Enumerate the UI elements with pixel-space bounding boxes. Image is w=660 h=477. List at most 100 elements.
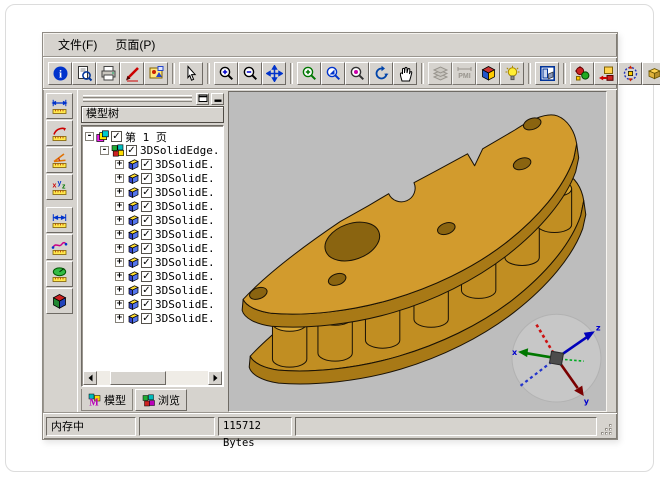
tree-expand-toggle[interactable]: + (115, 244, 124, 253)
measure-curve-button[interactable] (46, 234, 73, 260)
menu-bar: 文件(F) 页面(P) (43, 33, 617, 56)
tree-item-checkbox[interactable]: ✓ (141, 201, 152, 212)
export-image-button[interactable] (144, 62, 168, 85)
tree-item[interactable]: +✓3DSolidE. (82, 213, 223, 227)
parts-list-button[interactable] (642, 62, 660, 85)
tree-item[interactable]: +✓3DSolidE. (82, 185, 223, 199)
panel-hide-button[interactable] (211, 93, 224, 105)
tree-expand-toggle[interactable]: + (115, 272, 124, 281)
select-button[interactable] (179, 62, 203, 85)
tree-item[interactable]: + ✓3DSolidE. (82, 227, 223, 241)
pmi-button[interactable]: PMI (452, 62, 476, 85)
measure-angle-button[interactable] (46, 147, 73, 173)
tree-item[interactable]: +✓3DSolidE. (82, 311, 223, 325)
annotate-button[interactable] (120, 62, 144, 85)
viewport-canvas[interactable]: x z y (229, 92, 606, 411)
print-preview-button[interactable] (72, 62, 96, 85)
tree-item-checkbox[interactable]: ✓ (111, 131, 122, 142)
info-button[interactable]: i (48, 62, 72, 85)
layers-button[interactable] (428, 62, 452, 85)
pan-button[interactable] (262, 62, 286, 85)
scroll-right-button[interactable] (208, 371, 222, 385)
tree-item-checkbox[interactable]: ✓ (141, 257, 152, 268)
tree-expand-toggle[interactable]: + (115, 230, 124, 239)
tree-item-checkbox[interactable]: ✓ (141, 271, 152, 282)
tree-item[interactable]: + ✓3DSolidE. (82, 297, 223, 311)
tree-item[interactable]: -✓第 1 页 (82, 129, 223, 143)
orientation-gizmo[interactable]: x z y (512, 314, 601, 406)
measure-coordinate-button[interactable]: xyz (46, 174, 73, 200)
rotate-view-icon (373, 65, 390, 82)
tree-item-checkbox[interactable]: ✓ (141, 187, 152, 198)
status-field-2 (139, 417, 215, 436)
panel-float-button[interactable] (196, 93, 209, 105)
display-mode-button[interactable] (476, 62, 500, 85)
tree-item[interactable]: + ✓3DSolidE. (82, 241, 223, 255)
tree-expand-toggle[interactable]: + (115, 314, 124, 323)
measure-distance-button[interactable] (46, 207, 73, 233)
print-button[interactable] (96, 62, 120, 85)
tree-item-checkbox[interactable]: ✓ (141, 299, 152, 310)
measure-length-button[interactable] (46, 93, 73, 119)
tree-expand-toggle[interactable]: + (115, 300, 124, 309)
rotate-view-button[interactable] (369, 62, 393, 85)
scroll-left-button[interactable] (83, 371, 97, 385)
tree-item-checkbox[interactable]: ✓ (141, 173, 152, 184)
tree-expand-toggle[interactable]: + (115, 174, 124, 183)
menu-page[interactable]: 页面(P) (106, 34, 164, 55)
tree-expand-toggle[interactable]: + (115, 160, 124, 169)
annotate-pen-icon (124, 65, 141, 82)
rotate-part-button[interactable] (618, 62, 642, 85)
menu-file[interactable]: 文件(F) (49, 34, 106, 55)
panel-toggle-button[interactable] (535, 62, 559, 85)
panel-grip-lines[interactable] (81, 94, 194, 103)
tree-item-checkbox[interactable]: ✓ (141, 285, 152, 296)
status-field-4 (295, 417, 597, 436)
measure-area-button[interactable] (46, 261, 73, 287)
zoom-target-button[interactable] (345, 62, 369, 85)
tree-item[interactable]: -✓3DSolidEdge. (82, 143, 223, 157)
zoom-window-button[interactable] (297, 62, 321, 85)
tree-expand-toggle[interactable]: - (100, 146, 109, 155)
lighting-button[interactable] (500, 62, 524, 85)
tree-expand-toggle[interactable]: + (115, 202, 124, 211)
tree-expand-toggle[interactable]: + (115, 188, 124, 197)
zoom-dynamic-button[interactable] (321, 62, 345, 85)
measure-toolbar: xyz (43, 90, 78, 413)
main-toolbar: iPMIBOM (43, 58, 617, 88)
tree-item-checkbox[interactable]: ✓ (141, 243, 152, 254)
tree-item-label: 3DSolidE. (155, 297, 215, 311)
tree-item-checkbox[interactable]: ✓ (141, 313, 152, 324)
tree-item-checkbox[interactable]: ✓ (141, 159, 152, 170)
tab-model[interactable]: M 模型 (81, 389, 133, 411)
tree-item-checkbox[interactable]: ✓ (126, 145, 137, 156)
explode-button[interactable] (570, 62, 594, 85)
tree-item-checkbox[interactable]: ✓ (141, 229, 152, 240)
measure-volume-button[interactable] (46, 288, 73, 314)
tree-item[interactable]: +✓3DSolidE. (82, 157, 223, 171)
resize-grip-icon[interactable] (600, 423, 614, 437)
pan-hand-button[interactable] (393, 62, 417, 85)
panel-grip[interactable] (81, 92, 224, 105)
move-part-button[interactable] (594, 62, 618, 85)
tree-expand-toggle[interactable]: + (115, 258, 124, 267)
tree-expand-toggle[interactable]: + (115, 216, 124, 225)
tree-item-label: 3DSolidE. (155, 227, 215, 241)
zoom-out-button[interactable] (238, 62, 262, 85)
tree-item[interactable]: +✓3DSolidE. (82, 269, 223, 283)
panel-tabs: M 模型 浏览 (81, 387, 224, 411)
zoom-in-button[interactable] (214, 62, 238, 85)
tree-horizontal-scrollbar[interactable] (83, 371, 222, 385)
tree-item-checkbox[interactable]: ✓ (141, 215, 152, 226)
tree-item[interactable]: +✓3DSolidE. (82, 199, 223, 213)
tree-expand-toggle[interactable]: - (85, 132, 94, 141)
tab-browse[interactable]: 浏览 (135, 389, 187, 411)
tree-item[interactable]: +✓3DSolidE. (82, 283, 223, 297)
tree-item-label: 3DSolidE. (155, 241, 215, 255)
scrollbar-thumb[interactable] (110, 371, 166, 385)
tree-expand-toggle[interactable]: + (115, 286, 124, 295)
tree-item[interactable]: +✓3DSolidE. (82, 255, 223, 269)
measure-radius-button[interactable] (46, 120, 73, 146)
3d-viewport[interactable]: x z y (228, 91, 607, 412)
tree-item[interactable]: +✓3DSolidE. (82, 171, 223, 185)
